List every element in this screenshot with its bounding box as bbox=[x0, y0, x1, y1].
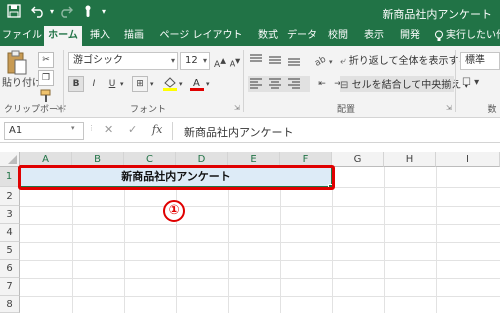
font-name-dropdown[interactable]: 游ゴシック ▾ bbox=[68, 52, 178, 70]
number-format-dropdown[interactable]: 標準 bbox=[460, 52, 500, 70]
paste-button[interactable]: 貼り付け bbox=[2, 77, 42, 91]
row-header-8[interactable]: 8 bbox=[0, 296, 20, 313]
underline-button[interactable]: U bbox=[104, 76, 120, 92]
font-size-value: 12 bbox=[185, 55, 198, 66]
touch-mode-icon[interactable] bbox=[80, 4, 96, 20]
drag-handle-icon[interactable]: ⋮ bbox=[88, 124, 95, 132]
divider bbox=[455, 50, 456, 112]
worksheet-grid: A B C D E F G H I 1 2 3 4 5 6 7 8 新商品社内ア… bbox=[0, 152, 500, 313]
row-header-6[interactable]: 6 bbox=[0, 260, 20, 278]
step-number-badge: ① bbox=[163, 200, 185, 222]
tell-me-search[interactable]: 実行したい作 bbox=[446, 26, 500, 46]
font-group-label: フォント bbox=[129, 105, 166, 115]
column-header-i[interactable]: I bbox=[436, 152, 500, 167]
orientation-icon[interactable]: ab ▾ bbox=[313, 52, 336, 68]
gridline bbox=[20, 206, 500, 207]
clipboard-group-label: クリップボード bbox=[4, 105, 68, 115]
alignment-launcher-icon[interactable]: ⇲ bbox=[446, 104, 452, 112]
number-group-label: 数 bbox=[487, 105, 497, 115]
tab-page-layout[interactable]: ページ レイアウト bbox=[153, 26, 249, 46]
chevron-down-icon[interactable]: ▾ bbox=[179, 77, 183, 91]
chevron-down-icon[interactable]: ▾ bbox=[206, 77, 210, 91]
gridline bbox=[384, 167, 385, 313]
wrap-text-icon: ⤶ bbox=[340, 56, 346, 67]
chevron-down-icon[interactable]: ▾ bbox=[71, 124, 75, 132]
tab-file[interactable]: ファイル bbox=[2, 26, 42, 46]
lightbulb-icon bbox=[432, 26, 446, 46]
chevron-down-icon[interactable]: ▾ bbox=[150, 77, 154, 91]
formula-bar: A1 ▾ ⋮ ✕ ✓ fx 新商品社内アンケート bbox=[0, 119, 500, 143]
wrap-text-button[interactable]: ⤶ 折り返して全体を表示する bbox=[340, 52, 469, 68]
font-color-icon[interactable]: A bbox=[189, 76, 205, 92]
number-format-value: 標準 bbox=[465, 55, 485, 66]
row-header-1[interactable]: 1 bbox=[0, 167, 20, 187]
title-bar: ▾ ▾ 新商品社内アンケート bbox=[0, 0, 500, 26]
shrink-font-icon[interactable]: A▼ bbox=[228, 54, 242, 72]
divider bbox=[243, 50, 244, 112]
row-header-2[interactable]: 2 bbox=[0, 187, 20, 206]
svg-text:▾: ▾ bbox=[329, 58, 333, 66]
customize-toolbar-icon[interactable]: ▾ bbox=[96, 4, 112, 20]
merge-center-button[interactable]: ⊟ セルを結合して中央揃え ▾ bbox=[340, 76, 468, 92]
grow-font-icon[interactable]: A▲ bbox=[213, 54, 227, 72]
divider bbox=[63, 50, 64, 112]
ribbon-home: 貼り付け ✂ ❐ クリップボード ⇲ 游ゴシック ▾ 12 ▾ A▲ A▼ B … bbox=[0, 46, 500, 118]
gridline bbox=[20, 242, 500, 243]
redo-icon[interactable] bbox=[58, 4, 74, 20]
copy-icon[interactable]: ❐ bbox=[38, 70, 54, 86]
gridline bbox=[20, 224, 500, 225]
column-header-h[interactable]: H bbox=[384, 152, 436, 167]
fill-color-icon[interactable] bbox=[162, 76, 178, 92]
clipboard-launcher-icon[interactable]: ⇲ bbox=[56, 104, 62, 112]
tab-formulas[interactable]: 数式 bbox=[254, 26, 282, 46]
tab-view[interactable]: 表示 bbox=[360, 26, 388, 46]
alignment-group-label: 配置 bbox=[336, 105, 355, 115]
row-header-3[interactable]: 3 bbox=[0, 206, 20, 224]
row-header-5[interactable]: 5 bbox=[0, 242, 20, 260]
cancel-icon[interactable]: ✕ bbox=[104, 123, 113, 136]
row-header-4[interactable]: 4 bbox=[0, 224, 20, 242]
tab-data[interactable]: データ bbox=[286, 26, 318, 46]
horizontal-align-group bbox=[248, 76, 310, 92]
currency-icon[interactable]: ☐ ▾ bbox=[462, 76, 479, 90]
row-header-7[interactable]: 7 bbox=[0, 278, 20, 296]
gridline bbox=[20, 260, 500, 261]
font-name-value: 游ゴシック bbox=[73, 55, 123, 66]
formula-input[interactable]: 新商品社内アンケート bbox=[184, 124, 294, 140]
save-icon[interactable] bbox=[6, 4, 22, 20]
insert-function-icon[interactable]: fx bbox=[152, 123, 162, 136]
chevron-down-icon: ▾ bbox=[202, 56, 207, 65]
column-header-g[interactable]: G bbox=[332, 152, 384, 167]
gridline bbox=[20, 278, 500, 279]
svg-text:A: A bbox=[193, 78, 200, 89]
wrap-text-label: 折り返して全体を表示する bbox=[348, 56, 469, 67]
divider bbox=[172, 122, 173, 140]
window-title: 新商品社内アンケート bbox=[382, 8, 492, 21]
svg-text:ab: ab bbox=[314, 54, 328, 68]
chevron-down-icon: ▾ bbox=[170, 56, 175, 65]
tab-home[interactable]: ホーム bbox=[44, 26, 82, 46]
bold-button[interactable]: B bbox=[68, 76, 84, 92]
paste-icon[interactable] bbox=[6, 50, 28, 76]
tab-draw[interactable]: 描画 bbox=[120, 26, 148, 46]
merge-center-label: セルを結合して中央揃え bbox=[351, 80, 462, 91]
ribbon-tabs: ファイル ホーム 挿入 描画 ページ レイアウト 数式 データ 校閲 表示 開発… bbox=[0, 26, 500, 46]
enter-icon[interactable]: ✓ bbox=[128, 123, 137, 136]
font-size-dropdown[interactable]: 12 ▾ bbox=[180, 52, 210, 70]
tab-developer[interactable]: 開発 bbox=[396, 26, 424, 46]
merge-cells-icon: ⊟ bbox=[340, 80, 349, 91]
select-all-button[interactable] bbox=[0, 152, 20, 167]
italic-button[interactable]: I bbox=[86, 76, 102, 92]
tab-review[interactable]: 校閲 bbox=[324, 26, 352, 46]
gridline bbox=[436, 167, 437, 313]
cut-icon[interactable]: ✂ bbox=[38, 52, 54, 68]
gridline bbox=[20, 296, 500, 297]
decrease-indent-icon[interactable]: ⇤ bbox=[314, 76, 330, 92]
highlight-box bbox=[18, 165, 335, 190]
chevron-down-icon[interactable]: ▾ bbox=[120, 77, 124, 91]
font-launcher-icon[interactable]: ⇲ bbox=[234, 104, 240, 112]
tab-insert[interactable]: 挿入 bbox=[86, 26, 114, 46]
vertical-align-group bbox=[248, 52, 310, 68]
borders-icon[interactable]: ⊞ bbox=[132, 76, 148, 92]
